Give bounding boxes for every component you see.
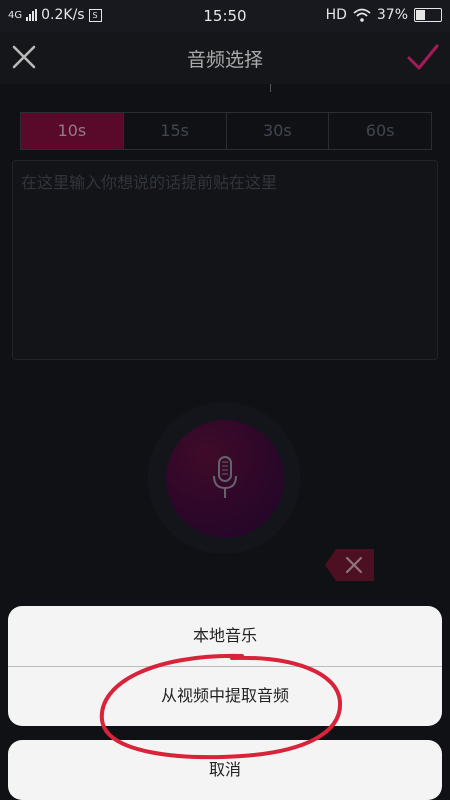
wifi-icon: [353, 8, 371, 22]
annotation-circle: [99, 653, 343, 760]
hd-indicator: HD: [325, 7, 347, 23]
battery-percent: 37%: [376, 7, 408, 23]
status-right: HD 37%: [326, 7, 442, 23]
battery-icon: [414, 8, 442, 22]
status-bar: 4G 0.2K/s S 15:50 HD 37%: [0, 0, 450, 32]
